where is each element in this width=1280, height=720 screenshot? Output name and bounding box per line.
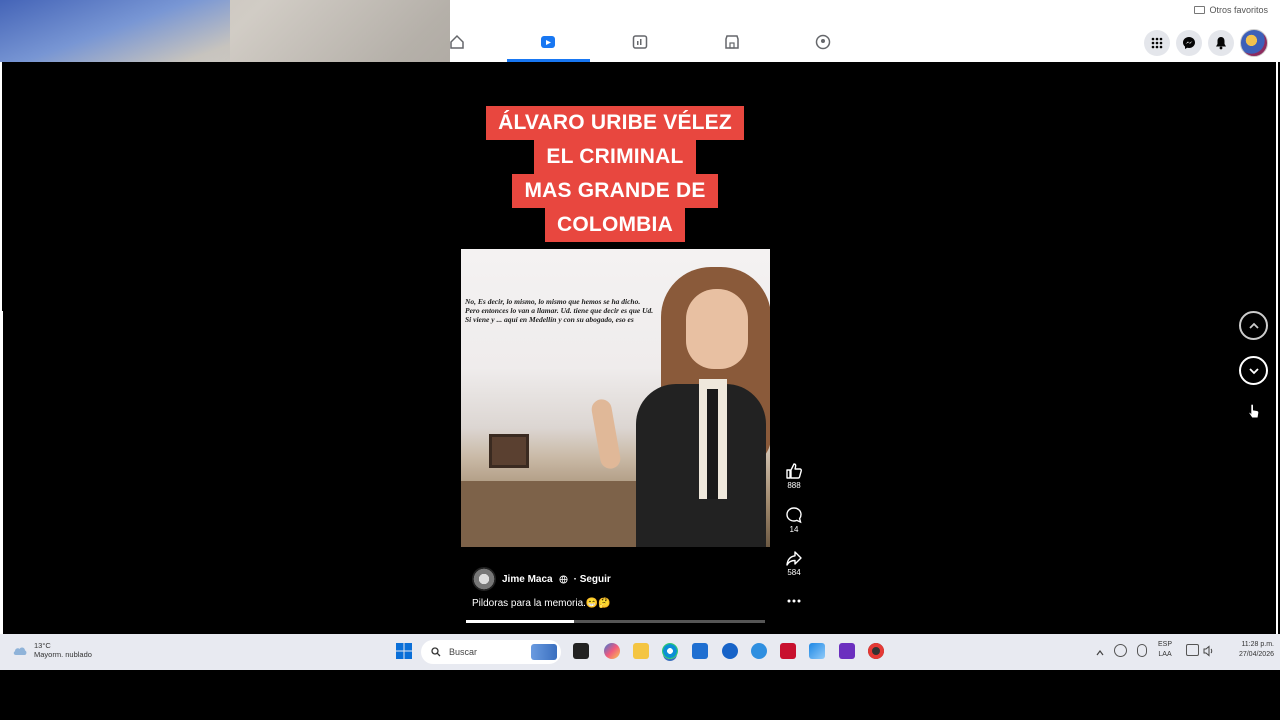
network-tray-icon[interactable] [1114,644,1127,657]
mcafee-icon[interactable] [780,643,796,659]
marketplace-icon[interactable] [723,33,741,51]
menu-grid-icon[interactable] [1144,30,1170,56]
next-reel-button[interactable] [1239,356,1268,385]
store-icon[interactable] [692,643,708,659]
language-indicator[interactable]: ESP LAA [1158,640,1172,660]
copilot-icon[interactable] [604,643,620,659]
messenger-icon[interactable] [1176,30,1202,56]
share-action[interactable]: 584 [780,549,808,577]
search-highlight-icon [531,644,557,660]
groups-icon[interactable] [814,33,832,51]
clock[interactable]: 11:28 p.m. 27/04/2026 [1222,640,1274,660]
hp-icon[interactable] [722,643,738,659]
weather-widget[interactable]: 13°C Mayorm. nublado [12,641,92,659]
reel-title-overlay: ÁLVARO URIBE VÉLEZ EL CRIMINAL MAS GRAND… [460,106,770,242]
comment-icon [786,507,802,524]
speaker-face [686,289,748,369]
more-options-icon[interactable] [780,594,808,608]
like-action[interactable]: 888 [780,462,808,490]
author-avatar[interactable] [472,567,496,591]
profile-avatar[interactable] [1240,29,1268,57]
title-line: MAS GRANDE DE [512,174,718,208]
edge-browser-icon[interactable] [662,643,678,659]
reel-caption: Pildoras para la memoria.😁🤔 [472,598,611,609]
reel-author: Jime Maca · Seguir [472,567,611,591]
comment-action[interactable]: 14 [780,506,808,534]
weather-desc: Mayorm. nublado [34,650,92,659]
share-count: 584 [787,568,801,577]
author-name[interactable]: Jime Maca [502,574,553,585]
task-view-icon[interactable] [573,643,589,659]
home-icon[interactable] [448,33,466,51]
speaker-icon[interactable] [1203,644,1215,662]
search-icon [431,647,441,657]
previous-reel-button[interactable] [1239,311,1268,340]
hand-cursor-icon [1247,403,1261,426]
wifi-icon[interactable] [1186,644,1199,656]
reel-progress-fill [466,620,574,623]
reel-video[interactable]: No, Es decir, lo mismo, lo mismo que hem… [461,249,770,547]
chevron-down-icon [1248,367,1259,374]
title-line: COLOMBIA [545,208,685,242]
search-placeholder: Buscar [449,647,478,657]
like-count: 888 [787,481,801,490]
streaming-app-icon[interactable] [839,643,855,659]
like-icon [786,463,802,479]
folder-icon [1194,6,1206,14]
reels-icon[interactable] [539,33,557,51]
speaker-hand [590,397,622,471]
windows-start-icon[interactable] [396,643,412,664]
video-icon[interactable] [631,33,649,51]
recording-app-icon[interactable] [868,643,884,659]
video-document-text: No, Es decir, lo mismo, lo mismo que hem… [465,297,654,324]
microphone-icon[interactable] [1137,644,1147,657]
picture-frame [489,434,529,468]
viewer-left-area [0,311,450,634]
clock-date: 27/04/2026 [1238,651,1274,658]
chevron-up-icon [1248,322,1259,329]
file-explorer-icon[interactable] [633,643,649,659]
follow-button[interactable]: · Seguir [574,574,611,585]
taskbar-search[interactable]: Buscar [421,640,561,664]
other-favorites[interactable]: Otros favoritos [1194,5,1268,15]
app-icon[interactable] [751,643,767,659]
windows-taskbar: 13°C Mayorm. nublado Buscar ESP LAA 11:2… [0,634,1280,670]
title-line: EL CRIMINAL [534,140,696,174]
notifications-bell-icon[interactable] [1208,30,1234,56]
comment-count: 14 [789,525,799,534]
chevron-up-tray-icon[interactable] [1095,645,1105,663]
mail-icon[interactable] [809,643,825,659]
share-icon [786,551,802,566]
weather-temp: 13°C [34,641,51,650]
cloud-icon [13,647,27,655]
title-line: ÁLVARO URIBE VÉLEZ [486,106,744,140]
letterbox-bottom [0,670,1280,720]
lang-top: ESP [1158,641,1173,648]
reel-progress-bar[interactable] [466,620,765,623]
speaker-tie [707,389,718,499]
other-favorites-label: Otros favoritos [1209,5,1268,15]
globe-icon [559,574,568,584]
lang-bottom: LAA [1158,651,1172,658]
clock-time: 11:28 p.m. [1241,641,1274,648]
